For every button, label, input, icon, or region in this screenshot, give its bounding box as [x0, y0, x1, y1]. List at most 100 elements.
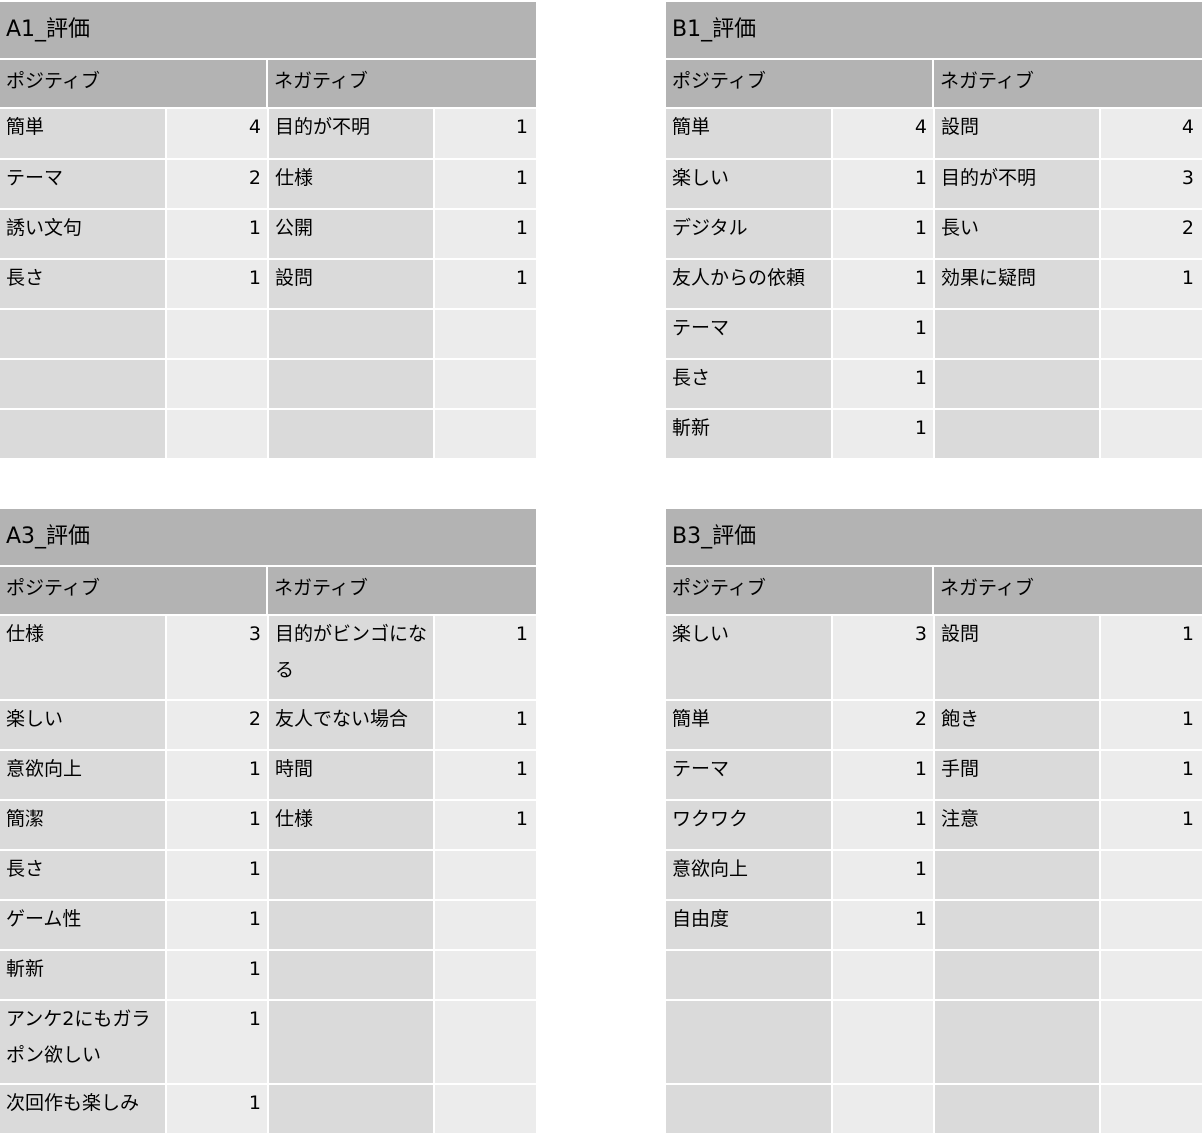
positive-count-cell: 1 [832, 259, 935, 310]
evaluation-table-b1: B1_評価 ポジティブ ネガティブ 簡単 4 設問 4 楽しい 1 目的が不明 3 デジタル 1 長… [666, 0, 1202, 460]
positive-label-cell [0, 359, 167, 410]
positive-count-cell: 3 [166, 616, 269, 701]
table-row: テーマ 1 [666, 309, 1202, 360]
negative-label-cell [934, 409, 1101, 460]
negative-count-cell: 1 [1100, 700, 1202, 751]
positive-label-cell [0, 409, 167, 460]
positive-label-cell: デジタル [666, 209, 833, 260]
positive-count-cell: 1 [832, 209, 935, 260]
negative-count-cell [434, 1000, 536, 1085]
positive-label-cell: ワクワク [666, 800, 833, 851]
positive-label-cell: 長さ [0, 850, 167, 901]
negative-label-cell [268, 309, 435, 360]
positive-count-cell [166, 309, 269, 360]
negative-label-cell: 設問 [934, 616, 1101, 701]
negative-count-cell: 1 [434, 209, 536, 260]
positive-label-cell: 長さ [0, 259, 167, 310]
positive-count-cell: 1 [832, 409, 935, 460]
positive-count-cell: 1 [166, 209, 269, 260]
positive-count-cell: 1 [166, 850, 269, 901]
positive-count-cell [166, 409, 269, 460]
table-row: 楽しい 3 設問 1 [666, 616, 1202, 701]
table-row: 長さ 1 [666, 359, 1202, 410]
negative-count-cell: 1 [434, 259, 536, 310]
negative-label-cell: 注意 [934, 800, 1101, 851]
negative-label-cell [268, 900, 435, 951]
negative-label-cell [934, 850, 1101, 901]
negative-count-cell [1100, 1000, 1202, 1085]
negative-header: ネガティブ [934, 567, 1202, 614]
table-body: 仕様 3 目的がビンゴになる 1 楽しい 2 友人でない場合 1 意欲向上 1 時間 1 簡潔 1 仕様 1 長… [0, 616, 536, 1135]
positive-label-cell: 簡単 [666, 109, 833, 160]
negative-count-cell: 1 [434, 800, 536, 851]
negative-count-cell: 1 [1100, 800, 1202, 851]
positive-count-cell: 1 [166, 1084, 269, 1135]
positive-label-cell: テーマ [666, 309, 833, 360]
table-row [0, 309, 536, 360]
table-row: 斬新 1 [0, 950, 536, 1001]
negative-count-cell: 3 [1100, 159, 1202, 210]
negative-count-cell [434, 359, 536, 410]
positive-count-cell: 2 [166, 700, 269, 751]
negative-label-cell: 効果に疑問 [934, 259, 1101, 310]
table-row: 楽しい 1 目的が不明 3 [666, 159, 1202, 210]
positive-count-cell: 1 [832, 359, 935, 410]
negative-count-cell [434, 1084, 536, 1135]
table-row: 簡単 4 目的が不明 1 [0, 109, 536, 160]
table-row: 楽しい 2 友人でない場合 1 [0, 700, 536, 751]
table-row: ゲーム性 1 [0, 900, 536, 951]
negative-label-cell [934, 900, 1101, 951]
positive-count-cell: 1 [832, 900, 935, 951]
table-row: 友人からの依頼 1 効果に疑問 1 [666, 259, 1202, 310]
negative-label-cell: 飽き [934, 700, 1101, 751]
negative-label-cell: 目的がビンゴになる [268, 616, 435, 701]
negative-header: ネガティブ [268, 567, 536, 614]
table-row: ワクワク 1 注意 1 [666, 800, 1202, 851]
table-title: A1_評価 [0, 0, 536, 58]
negative-label-cell [268, 950, 435, 1001]
table-row: 斬新 1 [666, 409, 1202, 460]
positive-count-cell: 4 [832, 109, 935, 160]
negative-label-cell: 手間 [934, 750, 1101, 801]
table-row [666, 1084, 1202, 1135]
negative-count-cell [1100, 1084, 1202, 1135]
negative-label-cell [268, 409, 435, 460]
positive-label-cell: 意欲向上 [666, 850, 833, 901]
positive-count-cell: 3 [832, 616, 935, 701]
negative-count-cell [1100, 409, 1202, 460]
table-row [0, 359, 536, 410]
negative-label-cell [934, 359, 1101, 410]
negative-count-cell [1100, 900, 1202, 951]
positive-label-cell: 次回作も楽しみ [0, 1084, 167, 1135]
negative-label-cell [268, 850, 435, 901]
negative-label-cell: 友人でない場合 [268, 700, 435, 751]
negative-count-cell: 1 [1100, 750, 1202, 801]
table-row [0, 409, 536, 460]
negative-count-cell: 1 [1100, 616, 1202, 701]
positive-header: ポジティブ [666, 567, 932, 614]
positive-count-cell: 2 [832, 700, 935, 751]
negative-count-cell [434, 409, 536, 460]
negative-count-cell [1100, 850, 1202, 901]
positive-label-cell: 意欲向上 [0, 750, 167, 801]
positive-header: ポジティブ [666, 60, 932, 107]
positive-label-cell: 簡単 [0, 109, 167, 160]
positive-count-cell [832, 1000, 935, 1085]
positive-count-cell [166, 359, 269, 410]
positive-label-cell: テーマ [666, 750, 833, 801]
positive-label-cell: テーマ [0, 159, 167, 210]
table-title: A3_評価 [0, 507, 536, 565]
negative-count-cell: 1 [434, 109, 536, 160]
positive-label-cell: 簡潔 [0, 800, 167, 851]
positive-count-cell: 2 [166, 159, 269, 210]
positive-label-cell: アンケ2にもガラポン欲しい [0, 1000, 167, 1085]
positive-count-cell: 1 [832, 850, 935, 901]
table-row [666, 1000, 1202, 1085]
negative-label-cell: 設問 [934, 109, 1101, 160]
negative-label-cell: 目的が不明 [934, 159, 1101, 210]
positive-label-cell: 楽しい [0, 700, 167, 751]
negative-count-cell [1100, 359, 1202, 410]
positive-label-cell: 仕様 [0, 616, 167, 701]
negative-label-cell [934, 309, 1101, 360]
table-row: 次回作も楽しみ 1 [0, 1084, 536, 1135]
